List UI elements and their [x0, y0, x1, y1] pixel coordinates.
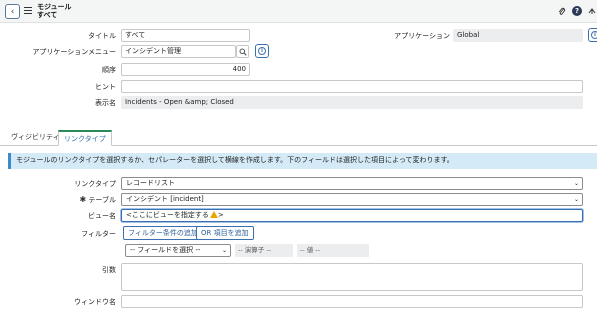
- form-header: ‹ モジュール すべて ?: [0, 0, 597, 23]
- link-type-label: リンクタイプ: [74, 180, 116, 188]
- app-menu-label: アプリケーションメニュー: [32, 48, 116, 56]
- application-info-button[interactable]: i: [588, 28, 597, 42]
- operator-select[interactable]: -- 演算子 --: [235, 244, 293, 257]
- tab-visibility[interactable]: ヴィジビリティ: [6, 130, 65, 146]
- view-name-value-suffix: >: [217, 211, 224, 219]
- title-label: タイトル: [88, 32, 116, 40]
- required-icon: ✱: [79, 195, 87, 204]
- info-icon: i: [591, 31, 597, 39]
- back-button[interactable]: ‹: [5, 4, 20, 19]
- order-label: 順序: [102, 66, 116, 74]
- window-name-field[interactable]: [121, 295, 583, 308]
- arguments-label: 引数: [102, 266, 116, 274]
- filter-field-value: -- フィールドを選択 --: [130, 246, 201, 254]
- chevron-left-icon: ‹: [10, 6, 15, 17]
- tab-link-type[interactable]: リンクタイプ: [58, 130, 112, 146]
- lookup-button[interactable]: [236, 45, 249, 58]
- value-field[interactable]: -- 値 --: [297, 244, 369, 257]
- filter-field-select[interactable]: -- フィールドを選択 -- ⌄: [125, 244, 231, 257]
- application-field: Global: [453, 29, 583, 42]
- more-options-icon[interactable]: [587, 6, 597, 16]
- table-label-text: テーブル: [88, 196, 116, 204]
- record-subtitle: すべて: [37, 11, 58, 19]
- table-label: ✱ テーブル: [6, 195, 116, 205]
- view-name-field[interactable]: <ここにビューを指定する >: [121, 209, 583, 222]
- table-value: インシデント [incident]: [126, 195, 204, 203]
- hamburger-menu-icon[interactable]: [24, 7, 32, 15]
- link-type-select[interactable]: レコードリスト ⌄: [121, 177, 583, 190]
- app-menu-info-button[interactable]: i: [255, 44, 269, 58]
- chevron-down-icon: ⌄: [573, 196, 579, 203]
- chevron-down-icon: ⌄: [221, 247, 227, 254]
- info-icon[interactable]: ?: [572, 6, 582, 16]
- title-field[interactable]: すべて: [121, 29, 250, 42]
- hint-field[interactable]: [121, 80, 583, 93]
- view-name-label: ビュー名: [88, 212, 116, 220]
- info-banner: モジュールのリンクタイプを選択するか、セパレーターを選択して横線を作成します。下…: [8, 153, 597, 169]
- paperclip-icon[interactable]: [557, 6, 567, 16]
- view-name-value: <ここにビューを指定する: [126, 211, 209, 219]
- info-icon: i: [258, 47, 266, 55]
- display-name-label: 表示名: [95, 99, 116, 107]
- order-field[interactable]: 400: [121, 63, 250, 76]
- arguments-textarea[interactable]: [121, 263, 583, 291]
- app-menu-field[interactable]: インシデント管理: [121, 45, 236, 58]
- search-icon: [239, 48, 247, 56]
- add-or-condition-button[interactable]: OR 項目を追加: [196, 226, 254, 240]
- filter-label: フィルター: [81, 230, 116, 238]
- application-label: アプリケーション: [394, 32, 450, 40]
- link-type-value: レコードリスト: [126, 179, 175, 187]
- chevron-down-icon: ⌄: [573, 180, 579, 187]
- hint-label: ヒント: [95, 83, 116, 91]
- warning-icon: [209, 211, 218, 218]
- record-type-title: モジュール: [37, 3, 72, 11]
- display-name-field: Incidents - Open &amp; Closed: [121, 96, 583, 109]
- window-name-label: ウィンドウ名: [74, 298, 116, 306]
- table-select[interactable]: インシデント [incident] ⌄: [121, 193, 583, 206]
- add-filter-condition-button[interactable]: フィルター条件の追加: [123, 226, 203, 240]
